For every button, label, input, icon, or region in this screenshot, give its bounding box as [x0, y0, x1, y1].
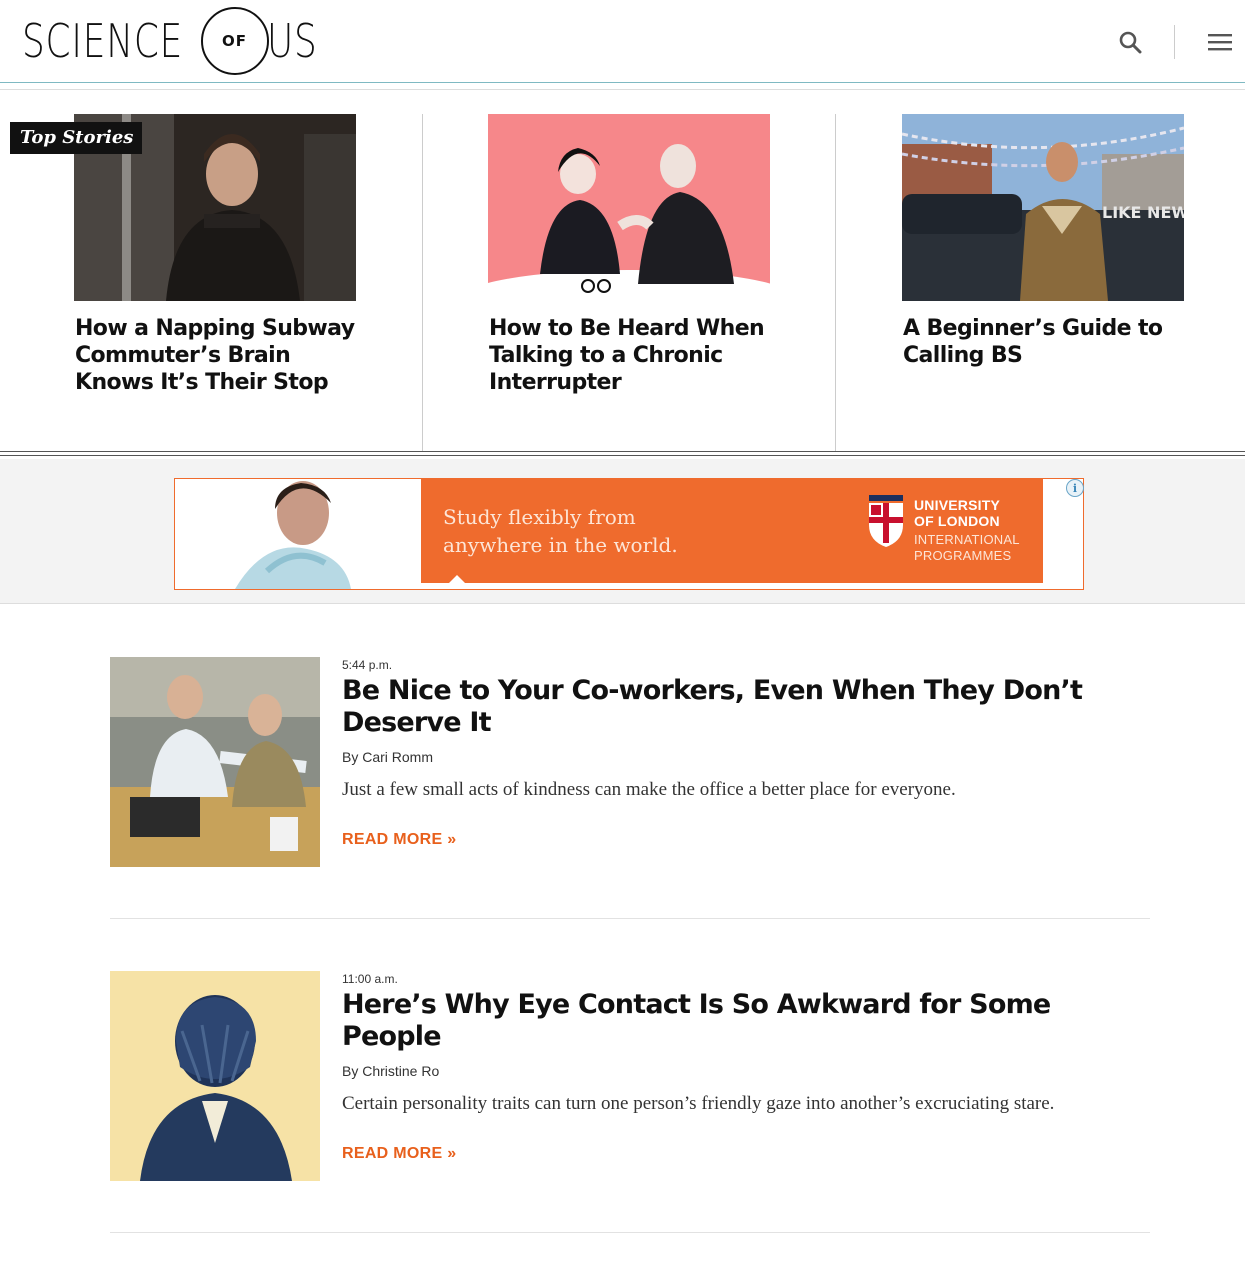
section-rule	[0, 451, 1245, 452]
article-title[interactable]: Here’s Why Eye Contact Is So Awkward for…	[342, 989, 1142, 1053]
article-item: 11:00 a.m. Here’s Why Eye Contact Is So …	[110, 971, 1150, 1181]
interrupter-illustration-image[interactable]	[488, 114, 770, 301]
top-stories: How a Napping Subway Commuter’s Brain Kn…	[0, 90, 1245, 452]
top-story-card[interactable]: LIKE NEW A Beginner’s Guide to Calling B…	[902, 114, 1202, 369]
article-title[interactable]: Be Nice to Your Co-workers, Even When Th…	[342, 675, 1142, 739]
eye-contact-image[interactable]	[110, 971, 320, 1181]
menu-button[interactable]	[1195, 20, 1245, 64]
ad-headline-line: Study flexibly from	[443, 505, 636, 529]
search-button[interactable]	[1106, 20, 1154, 64]
column-divider	[835, 114, 836, 452]
top-story-card[interactable]: How a Napping Subway Commuter’s Brain Kn…	[74, 114, 374, 396]
ad-headline: Study flexibly from anywhere in the worl…	[443, 503, 803, 559]
ad-university-name: UNIVERSITY OF LONDON INTERNATIONAL PROGR…	[914, 497, 1020, 564]
article-byline[interactable]: By Christine Ro	[342, 1063, 1142, 1079]
article-timestamp: 11:00 a.m.	[342, 972, 398, 986]
article-item: 5:44 p.m. Be Nice to Your Co-workers, Ev…	[110, 657, 1150, 867]
header-actions	[1106, 20, 1245, 64]
site-header: SCIENCE OF US	[0, 0, 1245, 84]
section-rule	[0, 455, 1245, 456]
ad-info-icon[interactable]: i	[1066, 479, 1084, 497]
header-divider	[1174, 25, 1175, 59]
article-dek: Certain personality traits can turn one …	[342, 1093, 1055, 1114]
menu-icon	[1208, 34, 1232, 51]
ad-band: Study flexibly from anywhere in the worl…	[0, 459, 1245, 604]
article-body: 5:44 p.m. Be Nice to Your Co-workers, Ev…	[342, 657, 1142, 849]
top-stories-badge: Top Stories	[10, 122, 143, 154]
article-title-line[interactable]: Here’s Why Eye Contact Is So Awkward for…	[342, 989, 1142, 1053]
ad-uni-line: OF LONDON	[914, 513, 1000, 529]
top-story-title[interactable]: A Beginner’s Guide to Calling BS	[903, 315, 1203, 369]
logo-word-science: SCIENCE	[22, 14, 184, 68]
article-divider	[110, 1232, 1150, 1233]
logo-of-circle: OF	[200, 7, 269, 75]
article-timestamp: 5:44 p.m.	[342, 658, 393, 672]
column-divider	[422, 114, 423, 452]
advertisement-banner[interactable]: Study flexibly from anywhere in the worl…	[174, 478, 1084, 590]
article-divider	[110, 918, 1150, 919]
ad-student-photo	[175, 479, 421, 589]
article-title-line[interactable]: Be Nice to Your Co-workers, Even When Th…	[342, 675, 1142, 707]
university-crest-icon	[869, 495, 903, 547]
ad-uni-line: UNIVERSITY	[914, 497, 1001, 513]
ad-headline-line: anywhere in the world.	[443, 533, 678, 557]
site-logo[interactable]: SCIENCE OF US	[22, 7, 331, 75]
top-story-title[interactable]: How a Napping Subway Commuter’s Brain Kn…	[75, 315, 375, 396]
ad-uni-line: PROGRAMMES	[914, 548, 1012, 563]
car-window-text: LIKE NEW	[1102, 203, 1184, 222]
car-salesman-image[interactable]: LIKE NEW	[902, 114, 1184, 301]
article-byline[interactable]: By Cari Romm	[342, 749, 1142, 765]
read-more-link[interactable]: READ MORE »	[342, 1145, 456, 1163]
office-coworkers-image[interactable]	[110, 657, 320, 867]
article-body: 11:00 a.m. Here’s Why Eye Contact Is So …	[342, 971, 1142, 1163]
ad-notch	[447, 575, 467, 585]
top-story-title[interactable]: How to Be Heard When Talking to a Chroni…	[489, 315, 789, 396]
article-dek: Just a few small acts of kindness can ma…	[342, 779, 956, 800]
search-icon	[1119, 31, 1142, 54]
article-title-line[interactable]: Deserve It	[342, 707, 1142, 739]
ad-uni-line: INTERNATIONAL	[914, 532, 1020, 547]
read-more-link[interactable]: READ MORE »	[342, 831, 456, 849]
top-story-card[interactable]: How to Be Heard When Talking to a Chroni…	[488, 114, 788, 396]
header-rule	[0, 82, 1245, 83]
logo-word-us: US	[266, 14, 318, 68]
